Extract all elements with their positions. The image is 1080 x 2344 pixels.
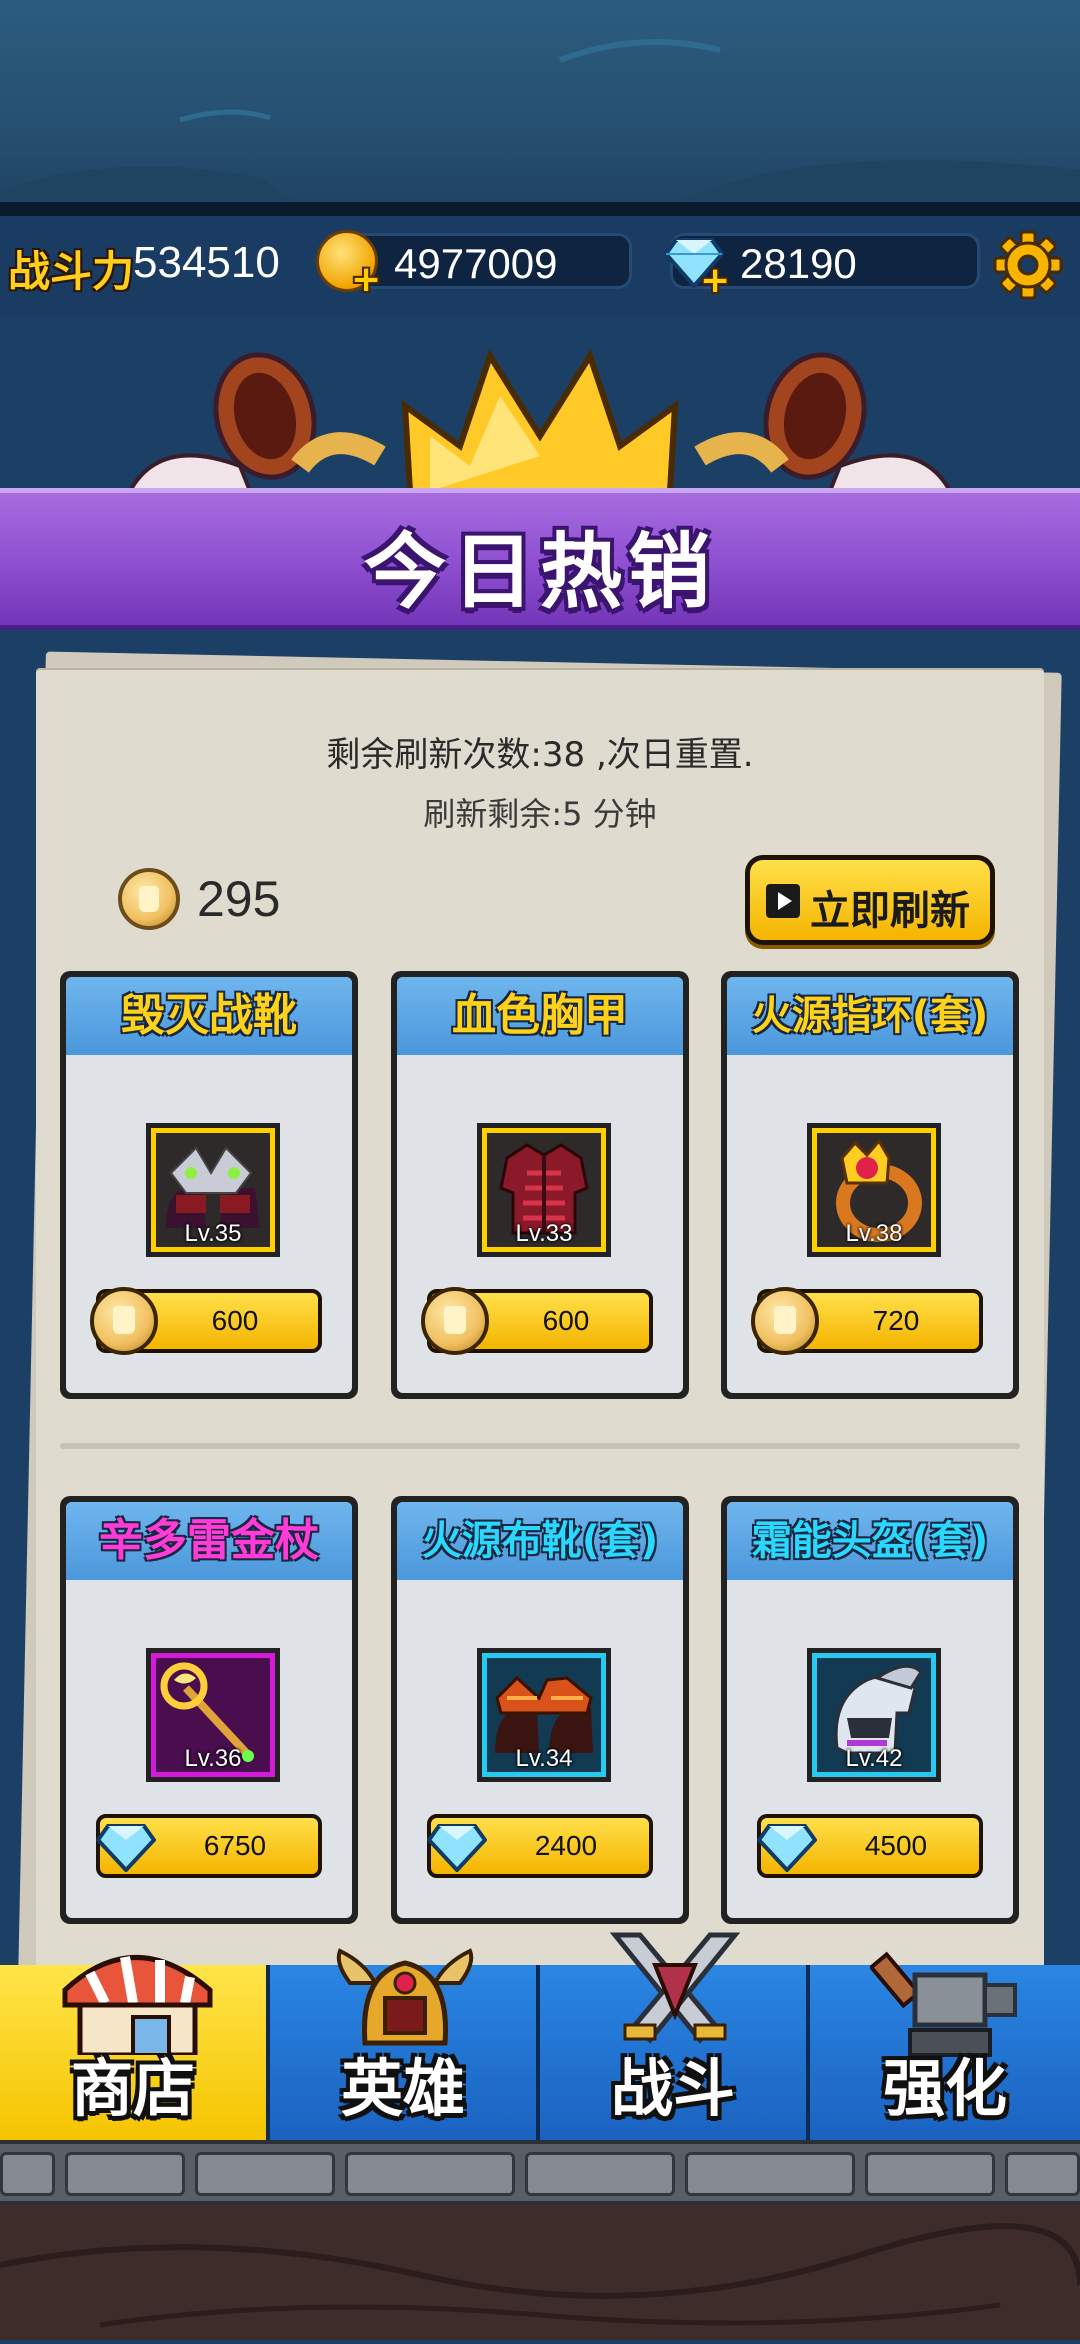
buy-button[interactable]: 600 [90,1287,322,1355]
item-card-body: 血色胸甲 Lv.33 600 [397,977,683,1393]
item-level: Lv.34 [515,1745,573,1772]
tab-enhance[interactable]: 强化 [810,1951,1080,2140]
tab-shop[interactable]: 商店 [0,1955,270,2140]
ground-texture [0,2223,1080,2328]
power-label: 战斗力 [8,247,135,296]
token-count: 295 [197,871,281,927]
item-card[interactable]: 火源指环(套) Lv.38 720 [721,971,1019,1399]
banner-title: 今日热销 [363,525,716,620]
shop-token-icon [118,868,180,930]
item-name: 辛多雷金杖 [66,1502,352,1580]
item-frame: Lv.33 [477,1123,611,1257]
item-name: 血色胸甲 [397,977,683,1055]
item-price: 4500 [864,1830,928,1861]
buy-button[interactable]: 4500 [757,1814,983,1878]
item-name: 火源布靴(套) [397,1502,683,1580]
tab-battle[interactable]: 战斗 [540,1932,810,2140]
brick [525,2152,675,2196]
settings-gear-icon[interactable] [993,230,1063,300]
item-level: Lv.38 [845,1220,903,1247]
item-card[interactable]: 火源布靴(套) Lv.34 2400 [391,1496,689,1924]
item-frame: Lv.36 [146,1648,280,1782]
brick [65,2152,185,2196]
ground [0,2205,1080,2340]
item-price: 720 [872,1305,920,1336]
item-frame: Lv.35 [146,1123,280,1257]
item-frame: Lv.38 [807,1123,941,1257]
brick [345,2152,515,2196]
item-card-body: 火源指环(套) Lv.38 720 [727,977,1013,1393]
plus-icon: + [700,260,731,301]
item-card[interactable]: 霜能头盔(套) Lv.42 4500 [721,1496,1019,1924]
brick [195,2152,335,2196]
crown-icon [126,349,954,494]
refresh-timer-text: 刷新剩余:5 分钟 [423,795,657,833]
power-value: 534510 [133,238,280,287]
diamond-icon [427,1824,487,1872]
add-gems-icon[interactable]: + [663,230,730,299]
hero-helmet-icon [336,1948,474,2046]
shop-icon [62,1955,213,2055]
buy-button[interactable]: 720 [751,1287,983,1355]
item-price: 600 [211,1305,259,1336]
top-divider [0,202,1080,216]
item-card-body: 火源布靴(套) Lv.34 2400 [397,1502,683,1918]
item-price: 6750 [203,1830,267,1861]
row-divider [60,1443,1020,1449]
brick [0,2152,55,2196]
top-background [0,0,1080,215]
gold-value: 4977009 [394,240,558,287]
item-card-body: 辛多雷金杖 Lv.36 6750 [66,1502,352,1918]
item-price: 2400 [534,1830,598,1861]
diamond-icon [96,1824,156,1872]
item-card[interactable]: 血色胸甲 Lv.33 600 [391,971,689,1399]
item-card[interactable]: 辛多雷金杖 Lv.36 6750 [60,1496,358,1924]
item-level: Lv.42 [845,1745,903,1772]
brick [685,2152,855,2196]
item-frame: Lv.34 [477,1648,611,1782]
item-card[interactable]: 毁灭战靴 Lv.35 600 [60,971,358,1399]
brick [865,2152,995,2196]
item-name: 毁灭战靴 [66,977,352,1055]
tab-battle-label: 战斗 [610,2052,735,2125]
dungeon-wall-decoration [0,39,1080,205]
buy-button[interactable]: 6750 [96,1814,322,1878]
crown-decoration [0,316,1080,496]
item-name: 火源指环(套) [727,977,1013,1055]
tab-enhance-label: 强化 [882,2052,1007,2125]
tab-hero[interactable]: 英雄 [270,1948,540,2140]
item-card-body: 霜能头盔(套) Lv.42 4500 [727,1502,1013,1918]
item-card-body: 毁灭战靴 Lv.35 600 [66,977,352,1393]
play-video-icon [766,884,800,918]
item-price: 600 [542,1305,590,1336]
stone-ledge [0,2140,1080,2205]
refresh-now-label: 立即刷新 [810,888,970,934]
item-level: Lv.35 [184,1220,242,1247]
shop-token-icon [421,1287,489,1355]
tab-hero-label: 英雄 [340,2052,465,2125]
gems-value: 28190 [740,240,857,287]
plus-icon: + [351,259,382,300]
item-name: 霜能头盔(套) [727,1502,1013,1580]
add-gold-icon[interactable]: + [316,230,382,300]
diamond-icon [757,1824,817,1872]
item-level: Lv.36 [184,1745,242,1772]
refresh-count-text: 剩余刷新次数:38 ,次日重置. [326,735,754,775]
tab-shop-label: 商店 [70,2052,195,2125]
item-level: Lv.33 [515,1220,573,1247]
shop-token-icon [751,1287,819,1355]
refresh-now-button[interactable]: 立即刷新 [745,855,995,945]
buy-button[interactable]: 2400 [427,1814,653,1878]
brick [1005,2152,1080,2196]
buy-button[interactable]: 600 [421,1287,653,1355]
item-frame: Lv.42 [807,1648,941,1782]
shop-token-icon [90,1287,158,1355]
